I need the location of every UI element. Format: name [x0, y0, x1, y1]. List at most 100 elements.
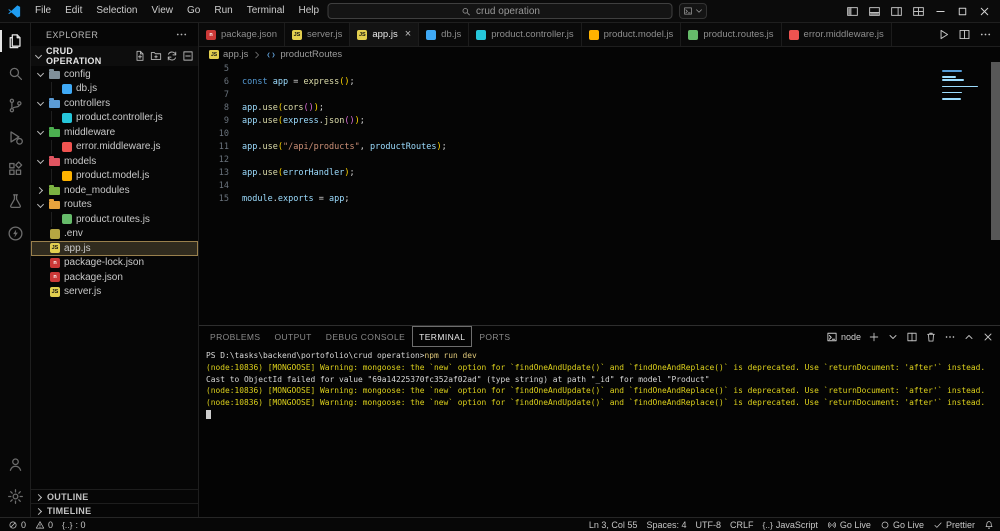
outline-section[interactable]: OUTLINE	[31, 489, 198, 503]
breadcrumb-symbol[interactable]: productRoutes	[280, 49, 342, 60]
tree-item-app-js[interactable]: JS app.js	[31, 241, 198, 256]
close-icon[interactable]: ×	[405, 29, 411, 40]
status-encoding[interactable]: UTF-8	[695, 520, 721, 530]
toggle-sidebar-icon[interactable]	[846, 5, 859, 18]
run-file-icon[interactable]	[937, 28, 950, 41]
kill-terminal-icon[interactable]	[925, 331, 937, 343]
terminal-dropdown-icon[interactable]	[887, 331, 899, 343]
tree-item-routes[interactable]: routes	[31, 198, 198, 213]
tree-item-server-js[interactable]: JS server.js	[31, 285, 198, 300]
tree-item-product-model-js[interactable]: product.model.js	[31, 168, 198, 184]
tab-package-json[interactable]: n package.json	[199, 23, 285, 46]
code-line-14[interactable]: 14	[199, 180, 1000, 193]
code-line-13[interactable]: 13 app.use(errorHandler);	[199, 167, 1000, 180]
menu-edit[interactable]: Edit	[58, 0, 89, 22]
activity-testing[interactable]	[0, 186, 30, 216]
tree-item--env[interactable]: .env	[31, 227, 198, 242]
breadcrumb-file[interactable]: app.js	[223, 49, 248, 60]
panel-tab-output[interactable]: OUTPUT	[267, 326, 318, 347]
editor-more-icon[interactable]	[979, 28, 992, 41]
timeline-section[interactable]: TIMELINE	[31, 503, 198, 517]
menu-file[interactable]: File	[28, 0, 58, 22]
tab-app-js[interactable]: JS app.js ×	[350, 23, 420, 46]
status-go-live-port[interactable]: Go Live	[827, 520, 871, 530]
terminal-output[interactable]: PS D:\tasks\backend\portofolio\crud oper…	[199, 347, 1000, 517]
terminal-profile[interactable]: node	[826, 331, 861, 343]
activity-settings[interactable]	[0, 481, 30, 511]
minimize-window-icon[interactable]	[934, 5, 947, 18]
activity-extensions[interactable]	[0, 154, 30, 184]
tab-db-js[interactable]: db.js	[419, 23, 470, 46]
menu-help[interactable]: Help	[292, 0, 327, 22]
code-editor[interactable]: 5 6 const app = express(); 7 8 app.use(cors()…	[199, 62, 1000, 325]
panel-tab-problems[interactable]: PROBLEMS	[203, 326, 267, 347]
activity-run-debug[interactable]	[0, 122, 30, 152]
panel-tab-debug-console[interactable]: DEBUG CONSOLE	[319, 326, 412, 347]
code-line-15[interactable]: 15 module.exports = app;	[199, 193, 1000, 206]
code-line-9[interactable]: 9 app.use(express.json());	[199, 115, 1000, 128]
tree-item-models[interactable]: models	[31, 154, 198, 169]
status-warnings[interactable]: 0	[35, 520, 53, 530]
tree-item-package-json[interactable]: n package.json	[31, 270, 198, 285]
activity-search[interactable]	[0, 58, 30, 88]
code-line-11[interactable]: 11 app.use("/api/products", productRoutes…	[199, 141, 1000, 154]
close-panel-icon[interactable]	[982, 331, 994, 343]
panel-tab-terminal[interactable]: TERMINAL	[412, 326, 472, 347]
activity-thunder-client[interactable]	[0, 218, 30, 248]
maximize-window-icon[interactable]	[956, 5, 969, 18]
minimap[interactable]	[942, 67, 984, 100]
new-terminal-icon[interactable]	[868, 331, 880, 343]
menu-selection[interactable]: Selection	[89, 0, 144, 22]
tree-item-node-modules[interactable]: node_modules	[31, 183, 198, 198]
split-editor-icon[interactable]	[958, 28, 971, 41]
tree-item-db-js[interactable]: db.js	[31, 81, 198, 97]
code-line-12[interactable]: 12	[199, 154, 1000, 167]
maximize-panel-icon[interactable]	[963, 331, 975, 343]
tree-item-product-controller-js[interactable]: product.controller.js	[31, 110, 198, 126]
activity-source-control[interactable]	[0, 90, 30, 120]
customize-layout-icon[interactable]	[912, 5, 925, 18]
tab-product-model-js[interactable]: product.model.js	[581, 23, 682, 46]
activity-explorer[interactable]	[0, 26, 30, 56]
toggle-secondary-sidebar-icon[interactable]	[890, 5, 903, 18]
status-go-live[interactable]: Go Live	[880, 520, 924, 530]
tab-error-middleware-js[interactable]: error.middleware.js	[781, 23, 892, 46]
status-prettier[interactable]: Prettier	[933, 520, 975, 530]
refresh-explorer-icon[interactable]	[166, 50, 178, 62]
code-line-6[interactable]: 6 const app = express();	[199, 76, 1000, 89]
tree-item-controllers[interactable]: controllers	[31, 96, 198, 111]
status-indentation[interactable]: Spaces: 4	[646, 520, 686, 530]
tree-item-product-routes-js[interactable]: product.routes.js	[31, 212, 198, 227]
code-line-8[interactable]: 8 app.use(cors());	[199, 102, 1000, 115]
project-section-header[interactable]: CRUD OPERATION	[31, 46, 198, 66]
status-eol[interactable]: CRLF	[730, 520, 754, 530]
toggle-panel-icon[interactable]	[868, 5, 881, 18]
status-cursor-position[interactable]: Ln 3, Col 55	[589, 520, 638, 530]
tree-item-error-middleware-js[interactable]: error.middleware.js	[31, 139, 198, 155]
menu-terminal[interactable]: Terminal	[240, 0, 292, 22]
status-errors[interactable]: 0	[8, 520, 26, 530]
code-line-7[interactable]: 7	[199, 89, 1000, 102]
split-terminal-icon[interactable]	[906, 331, 918, 343]
new-file-icon[interactable]	[134, 50, 146, 62]
tree-item-middleware[interactable]: middleware	[31, 125, 198, 140]
explorer-more-icon[interactable]	[175, 28, 188, 41]
status-count[interactable]: {..}: 0	[62, 520, 85, 530]
collapse-folders-icon[interactable]	[182, 50, 194, 62]
menu-run[interactable]: Run	[207, 0, 239, 22]
run-task-dropdown[interactable]	[679, 3, 707, 19]
code-line-5[interactable]: 5	[199, 63, 1000, 76]
status-language[interactable]: {..} JavaScript	[762, 520, 817, 530]
tab-server-js[interactable]: JS server.js	[284, 23, 351, 46]
tree-item-config[interactable]: config	[31, 67, 198, 82]
menu-view[interactable]: View	[145, 0, 181, 22]
panel-more-icon[interactable]	[944, 331, 956, 343]
panel-tab-ports[interactable]: PORTS	[472, 326, 517, 347]
menu-go[interactable]: Go	[180, 0, 207, 22]
activity-account[interactable]	[0, 449, 30, 479]
tab-product-controller-js[interactable]: product.controller.js	[469, 23, 582, 46]
new-folder-icon[interactable]	[150, 50, 162, 62]
status-notifications[interactable]	[984, 520, 994, 530]
code-line-10[interactable]: 10	[199, 128, 1000, 141]
search-input[interactable]: crud operation	[327, 3, 673, 19]
